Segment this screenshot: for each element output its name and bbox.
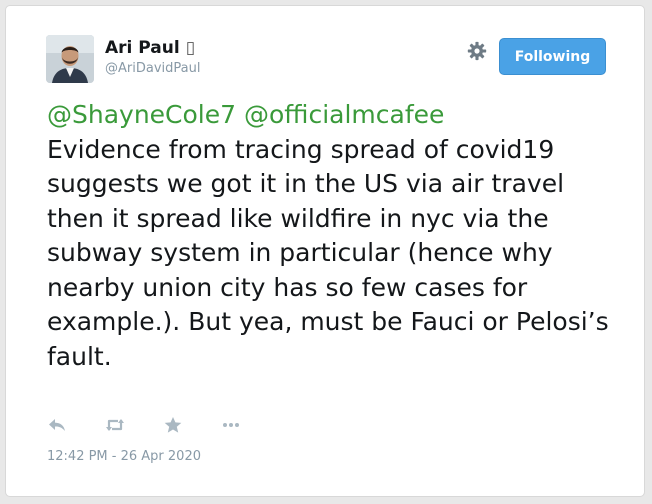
tweet-body: Evidence from tracing spread of covid19 … [47,134,609,371]
gear-icon[interactable] [466,40,488,62]
author-handle[interactable]: @AriDavidPaul [105,61,200,76]
tweet-text: @ShayneCole7 @officialmcafee Evidence fr… [47,98,617,374]
tweet-timestamp[interactable]: 12:42 PM - 26 Apr 2020 [47,449,201,464]
tweet-actions [47,416,279,434]
retweet-icon[interactable] [105,416,125,434]
following-button[interactable]: Following [499,38,606,75]
profile-photo-icon [46,35,94,83]
author-badge: ▯ [185,38,196,58]
reply-icon[interactable] [47,416,67,434]
tweet-card: Ari Paul ▯ @AriDavidPaul Following @Shayn… [5,5,645,497]
author-name[interactable]: Ari Paul ▯ [105,38,195,58]
more-icon[interactable] [221,416,241,434]
author-name-text: Ari Paul [105,38,180,58]
mention-link[interactable]: @ShayneCole7 [47,100,236,129]
like-star-icon[interactable] [163,416,183,434]
avatar[interactable] [46,35,94,83]
mention-link[interactable]: @officialmcafee [244,100,444,129]
